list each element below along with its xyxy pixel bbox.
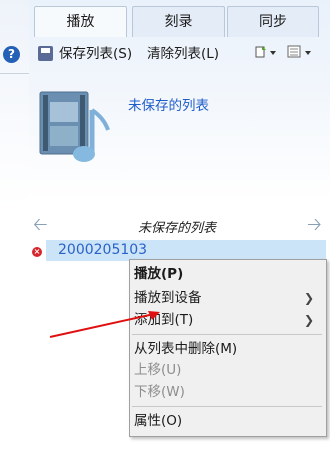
- list-options-icon[interactable]: [253, 44, 279, 63]
- menu-item-label: 上移(U): [134, 362, 182, 378]
- menu-item-label: 下移(W): [134, 384, 185, 400]
- menu-item-move-up: 上移(U): [130, 360, 326, 381]
- save-list-button[interactable]: 保存列表(S): [59, 43, 132, 65]
- menu-item-play[interactable]: 播放(P): [130, 264, 326, 285]
- help-icon[interactable]: ?: [3, 46, 20, 63]
- clear-list-button[interactable]: 清除列表(L): [147, 43, 219, 65]
- playlist-nav-title: 未保存的列表: [138, 221, 217, 236]
- left-navigation-strip: [0, 0, 30, 459]
- submenu-chevron-icon: ❯: [303, 291, 314, 305]
- left-divider: [0, 73, 29, 74]
- menu-item-label: 播放(P): [134, 266, 184, 282]
- tab-sync[interactable]: 同步: [227, 6, 319, 37]
- playlist-art-icon: [38, 90, 114, 174]
- tab-burn[interactable]: 刻录: [132, 6, 225, 37]
- menu-item-label: 属性(O): [134, 413, 183, 429]
- view-options-icon[interactable]: [286, 44, 320, 63]
- save-disk-icon[interactable]: [38, 46, 53, 61]
- forward-arrow-icon[interactable]: 🡢: [307, 214, 322, 236]
- playlist-nav-row: 🡠 未保存的列表 🡢: [33, 214, 329, 236]
- back-arrow-icon[interactable]: 🡠: [33, 214, 48, 236]
- playlist-item-name[interactable]: 2000205103: [58, 242, 147, 258]
- context-menu: 播放(P) 播放到设备 ❯ 添加到(T) ❯ 从列表中删除(M) 上移(U) 下…: [129, 259, 327, 437]
- playlist-header-title: 未保存的列表: [128, 98, 209, 114]
- tab-play[interactable]: 播放: [34, 6, 127, 37]
- menu-separator: [132, 406, 322, 407]
- menu-item-properties[interactable]: 属性(O): [130, 411, 326, 432]
- submenu-chevron-icon: ❯: [303, 313, 314, 327]
- menu-item-move-down: 下移(W): [130, 382, 326, 403]
- error-icon: ×: [32, 247, 42, 257]
- annotation-arrow: [49, 311, 160, 338]
